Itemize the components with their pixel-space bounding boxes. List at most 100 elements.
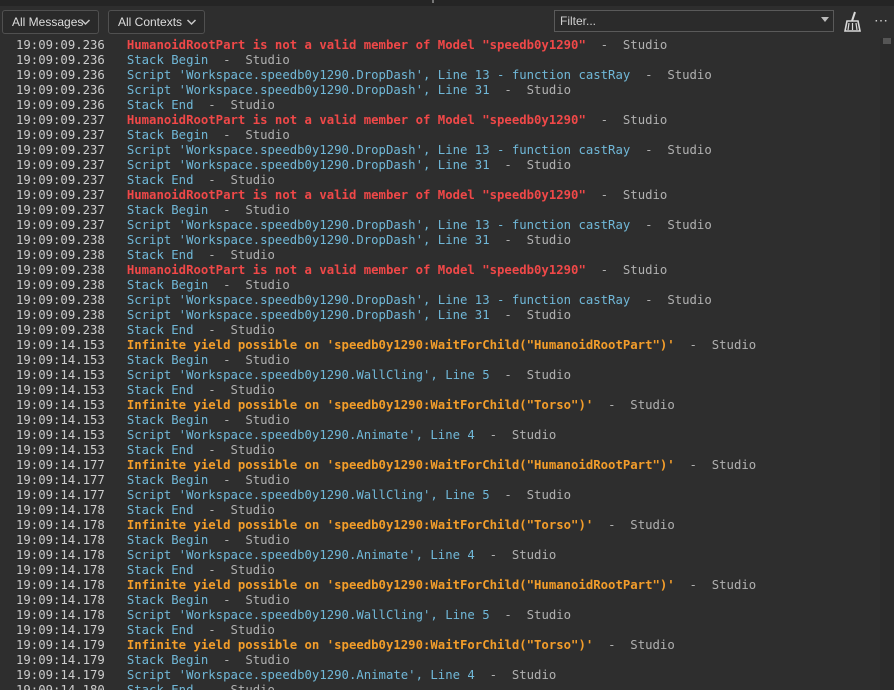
log-row[interactable]: 19:09:14.177 Stack Begin - Studio xyxy=(16,473,290,488)
log-row[interactable]: 19:09:14.178 Infinite yield possible on '… xyxy=(16,578,756,593)
log-message-info: Stack Begin xyxy=(126,413,209,427)
context-dropdown[interactable]: All Contexts xyxy=(108,10,205,34)
log-timestamp: 19:09:14.177 xyxy=(16,488,105,502)
log-row[interactable]: 19:09:14.178 Stack Begin - Studio xyxy=(16,593,290,608)
log-timestamp: 19:09:14.153 xyxy=(16,383,105,397)
message-type-dropdown[interactable]: All Messages xyxy=(2,10,99,34)
log-message-info: Script 'Workspace.speedb0y1290.WallCling… xyxy=(126,488,490,502)
log-row[interactable]: 19:09:09.237 Script 'Workspace.speedb0y12… xyxy=(16,143,712,158)
log-row[interactable]: 19:09:14.153 Script 'Workspace.speedb0y12… xyxy=(16,368,571,383)
log-row[interactable]: 19:09:14.178 Stack Begin - Studio xyxy=(16,533,290,548)
log-separator: - xyxy=(489,83,527,97)
clear-output-broom-icon[interactable] xyxy=(842,10,864,34)
log-message-info: Stack End xyxy=(126,248,194,262)
log-row[interactable]: 19:09:09.238 Stack Begin - Studio xyxy=(16,278,290,293)
log-source: Studio xyxy=(511,548,557,562)
log-separator: - xyxy=(489,488,527,502)
log-timestamp: 19:09:14.153 xyxy=(16,413,105,427)
filter-field[interactable] xyxy=(554,10,834,32)
log-row[interactable]: 19:09:09.236 Stack End - Studio xyxy=(16,98,275,113)
log-row[interactable]: 19:09:14.180 Stack End - Studio xyxy=(16,683,275,690)
log-row[interactable]: 19:09:14.178 Script 'Workspace.speedb0y12… xyxy=(16,608,571,623)
log-separator: - xyxy=(193,683,231,690)
log-row[interactable]: 19:09:14.153 Infinite yield possible on '… xyxy=(16,338,756,353)
log-source: Studio xyxy=(230,503,275,517)
log-source: Studio xyxy=(526,488,572,502)
log-row[interactable]: 19:09:14.179 Infinite yield possible on '… xyxy=(16,638,675,653)
log-row[interactable]: 19:09:09.237 Stack Begin - Studio xyxy=(16,203,290,218)
log-message-info: Stack End xyxy=(126,173,194,187)
log-row[interactable]: 19:09:09.236 Script 'Workspace.speedb0y12… xyxy=(16,83,571,98)
log-source: Studio xyxy=(245,128,290,142)
log-separator: - xyxy=(674,458,712,472)
log-row[interactable]: 19:09:09.237 Script 'Workspace.speedb0y12… xyxy=(16,158,571,173)
log-row[interactable]: 19:09:14.179 Stack End - Studio xyxy=(16,623,275,638)
log-separator: - xyxy=(674,338,712,352)
log-row[interactable]: 19:09:09.238 Stack End - Studio xyxy=(16,248,275,263)
log-row[interactable]: 19:09:09.238 Script 'Workspace.speedb0y12… xyxy=(16,233,571,248)
log-row[interactable]: 19:09:14.179 Stack Begin - Studio xyxy=(16,653,290,668)
log-separator: - xyxy=(208,203,246,217)
log-separator: - xyxy=(489,368,527,382)
log-timestamp: 19:09:09.236 xyxy=(16,83,105,97)
log-separator: - xyxy=(489,308,527,322)
log-row[interactable]: 19:09:14.153 Stack End - Studio xyxy=(16,443,275,458)
scrollbar-thumb[interactable] xyxy=(883,38,891,44)
log-separator: - xyxy=(208,533,246,547)
log-message-info: Script 'Workspace.speedb0y1290.DropDash'… xyxy=(126,143,631,157)
log-row[interactable]: 19:09:14.153 Stack Begin - Studio xyxy=(16,353,290,368)
log-row[interactable]: 19:09:14.177 Infinite yield possible on '… xyxy=(16,458,756,473)
log-row[interactable]: 19:09:09.237 Script 'Workspace.speedb0y12… xyxy=(16,218,712,233)
log-row[interactable]: 19:09:09.237 Stack End - Studio xyxy=(16,173,275,188)
log-message-info: Script 'Workspace.speedb0y1290.Animate',… xyxy=(126,548,475,562)
log-row[interactable]: 19:09:14.179 Script 'Workspace.speedb0y12… xyxy=(16,668,556,683)
log-message-info: Stack Begin xyxy=(126,278,209,292)
log-message-info: Script 'Workspace.speedb0y1290.DropDash'… xyxy=(126,158,490,172)
output-log: 19:09:09.236 HumanoidRootPart is not a va… xyxy=(0,38,880,690)
log-message-info: Stack Begin xyxy=(126,593,209,607)
log-separator: - xyxy=(474,428,512,442)
log-source: Studio xyxy=(667,143,712,157)
log-timestamp: 19:09:14.153 xyxy=(16,368,105,382)
log-row[interactable]: 19:09:14.153 Infinite yield possible on '… xyxy=(16,398,675,413)
log-row[interactable]: 19:09:14.153 Stack Begin - Studio xyxy=(16,413,290,428)
log-message-info: Script 'Workspace.speedb0y1290.DropDash'… xyxy=(126,83,490,97)
log-timestamp: 19:09:14.178 xyxy=(16,578,105,592)
log-source: Studio xyxy=(526,308,572,322)
log-row[interactable]: 19:09:09.238 Stack End - Studio xyxy=(16,323,275,338)
log-row[interactable]: 19:09:09.238 Script 'Workspace.speedb0y12… xyxy=(16,293,712,308)
log-row[interactable]: 19:09:09.236 Script 'Workspace.speedb0y12… xyxy=(16,68,712,83)
log-row[interactable]: 19:09:09.236 HumanoidRootPart is not a va… xyxy=(16,38,667,53)
log-source: Studio xyxy=(230,443,275,457)
log-row[interactable]: 19:09:14.153 Script 'Workspace.speedb0y12… xyxy=(16,428,556,443)
filter-dropdown-arrow-icon[interactable] xyxy=(821,17,829,22)
log-message-error: HumanoidRootPart is not a valid member o… xyxy=(126,188,586,202)
log-separator: - xyxy=(208,128,246,142)
log-row[interactable]: 19:09:09.236 Stack Begin - Studio xyxy=(16,53,290,68)
vertical-scrollbar[interactable] xyxy=(880,38,894,690)
log-timestamp: 19:09:14.177 xyxy=(16,473,105,487)
log-message-info: Script 'Workspace.speedb0y1290.DropDash'… xyxy=(126,218,631,232)
log-separator: - xyxy=(489,158,527,172)
log-row[interactable]: 19:09:14.153 Stack End - Studio xyxy=(16,383,275,398)
log-source: Studio xyxy=(230,623,275,637)
log-row[interactable]: 19:09:14.178 Script 'Workspace.speedb0y12… xyxy=(16,548,556,563)
log-row[interactable]: 19:09:09.237 HumanoidRootPart is not a va… xyxy=(16,113,667,128)
log-message-info: Script 'Workspace.speedb0y1290.WallCling… xyxy=(126,368,490,382)
log-timestamp: 19:09:09.238 xyxy=(16,233,105,247)
log-source: Studio xyxy=(245,533,290,547)
log-separator: - xyxy=(193,443,231,457)
log-row[interactable]: 19:09:14.177 Script 'Workspace.speedb0y12… xyxy=(16,488,571,503)
log-row[interactable]: 19:09:14.178 Stack End - Studio xyxy=(16,503,275,518)
log-row[interactable]: 19:09:09.237 Stack Begin - Studio xyxy=(16,128,290,143)
log-separator: - xyxy=(593,398,631,412)
log-row[interactable]: 19:09:14.178 Stack End - Studio xyxy=(16,563,275,578)
log-row[interactable]: 19:09:09.238 Script 'Workspace.speedb0y12… xyxy=(16,308,571,323)
filter-input[interactable] xyxy=(555,11,805,31)
log-source: Studio xyxy=(230,563,275,577)
more-options-icon[interactable]: ⋯ xyxy=(874,12,892,32)
log-row[interactable]: 19:09:14.178 Infinite yield possible on '… xyxy=(16,518,675,533)
log-row[interactable]: 19:09:09.238 HumanoidRootPart is not a va… xyxy=(16,263,667,278)
tab-notch xyxy=(432,0,434,3)
log-row[interactable]: 19:09:09.237 HumanoidRootPart is not a va… xyxy=(16,188,667,203)
